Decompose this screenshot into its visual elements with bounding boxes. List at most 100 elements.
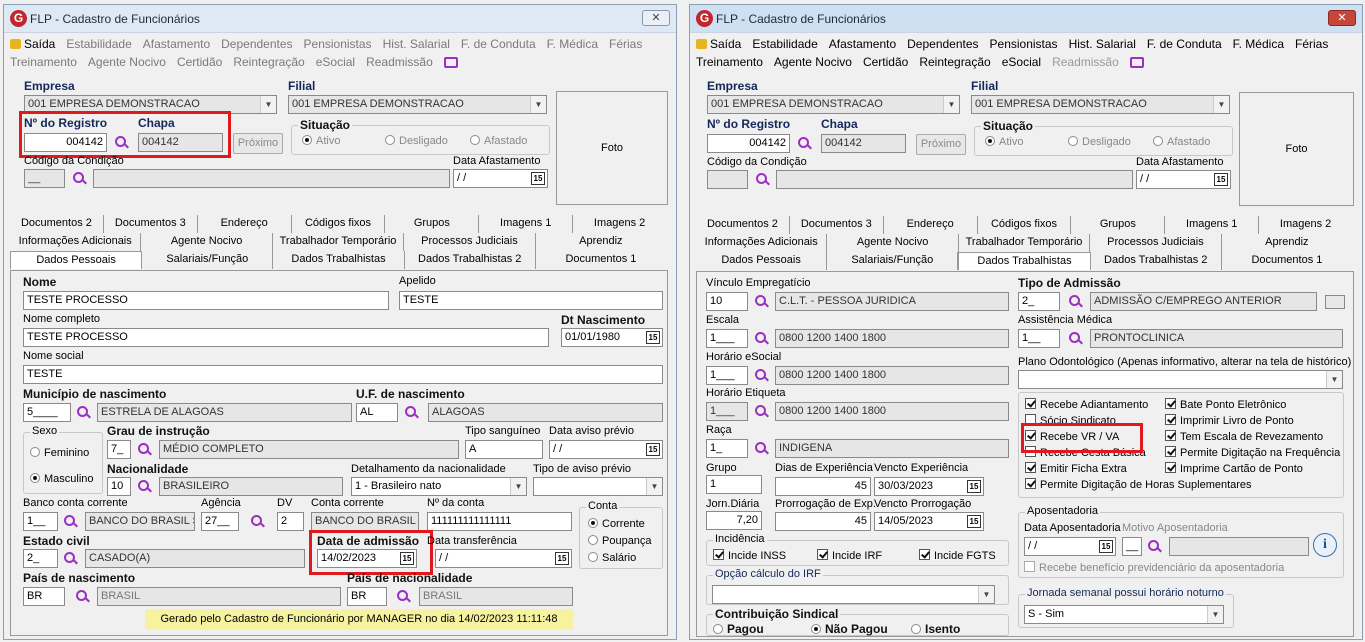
dias-exp-input[interactable]: 45 — [775, 477, 871, 496]
menu-dependentes[interactable]: Dependentes — [907, 37, 978, 51]
tab-imagens-1[interactable]: Imagens 1 — [479, 215, 574, 233]
radio-feminino[interactable]: Feminino — [30, 447, 89, 459]
chk-digitacao-frequencia[interactable]: Permite Digitação na Frequência — [1165, 446, 1340, 459]
tab-documentos-3[interactable]: Documentos 3 — [790, 216, 884, 234]
radio-poupanca[interactable]: Poupança — [588, 535, 652, 547]
menu-f-conduta[interactable]: F. de Conduta — [1147, 37, 1222, 51]
cod-cond-input[interactable]: __ — [24, 169, 65, 188]
chk-cartao-ponto[interactable]: Imprime Cartão de Ponto — [1165, 462, 1303, 475]
radio-pagou[interactable]: Pagou — [713, 622, 764, 636]
calendar-icon[interactable]: 15 — [967, 515, 981, 528]
tab-processos-judiciais[interactable]: Processos Judiciais — [404, 233, 536, 251]
tab-agente-nocivo[interactable]: Agente Nocivo — [827, 234, 959, 252]
menu-agente-nocivo[interactable]: Agente Nocivo — [774, 55, 852, 69]
menu-saida[interactable]: Saída — [10, 37, 55, 51]
menu-esocial[interactable]: eSocial — [1002, 55, 1041, 69]
tab-salariais-funcao[interactable]: Salariais/Função — [142, 251, 274, 269]
municipio-code[interactable]: 5____ — [23, 403, 71, 422]
nome-completo-input[interactable]: TESTE PROCESSO — [23, 328, 549, 347]
search-icon[interactable] — [138, 443, 152, 457]
menu-saida[interactable]: Saída — [696, 37, 741, 51]
cod-cond-input[interactable] — [707, 170, 748, 189]
search-icon[interactable] — [755, 332, 769, 346]
raca-code[interactable]: 1_ — [706, 439, 748, 458]
calendar-icon[interactable]: 15 — [646, 331, 660, 344]
nome-input[interactable]: TESTE PROCESSO — [23, 291, 389, 310]
nome-social-input[interactable]: TESTE — [23, 365, 663, 384]
tab-dados-trabalhistas[interactable]: Dados Trabalhistas — [958, 252, 1091, 270]
tab-imagens-1[interactable]: Imagens 1 — [1165, 216, 1260, 234]
menu-estabilidade[interactable]: Estabilidade — [752, 37, 817, 51]
search-icon[interactable] — [397, 590, 411, 604]
tab-info-adicionais[interactable]: Informações Adicionais — [696, 234, 828, 252]
calendar-icon[interactable]: 15 — [1099, 540, 1113, 553]
search-icon[interactable] — [755, 295, 769, 309]
assistencia-code[interactable]: 1__ — [1018, 329, 1060, 348]
tab-info-adicionais[interactable]: Informações Adicionais — [10, 233, 142, 251]
chk-imprimir-livro[interactable]: Imprimir Livro de Ponto — [1165, 414, 1294, 427]
tipo-aviso-select[interactable]: ▼ — [533, 477, 663, 496]
chk-incide-irf[interactable]: Incide IRF — [817, 549, 882, 562]
tab-trab-temporario[interactable]: Trabalhador Temporário — [273, 233, 405, 251]
filial-select[interactable]: 001 EMPRESA DEMONSTRACAO ▼ — [288, 95, 547, 114]
tab-documentos-2[interactable]: Documentos 2 — [10, 215, 104, 233]
search-icon[interactable] — [251, 515, 265, 529]
monitor-icon[interactable] — [1129, 57, 1144, 68]
menu-ferias[interactable]: Férias — [1295, 37, 1328, 51]
prorrogacao-input[interactable]: 45 — [775, 512, 871, 531]
radio-desligado[interactable]: Desligado — [385, 135, 448, 147]
chk-incide-inss[interactable]: Incide INSS — [713, 549, 786, 562]
calendar-icon[interactable]: 15 — [646, 443, 660, 456]
grupo-input[interactable]: 1 — [706, 475, 762, 494]
tab-dados-pessoais[interactable]: Dados Pessoais — [10, 251, 143, 269]
chapa-input[interactable]: 004142 — [821, 134, 906, 153]
menu-readmissao[interactable]: Readmissão — [366, 55, 433, 69]
radio-afastado[interactable]: Afastado — [1153, 136, 1210, 148]
horario-etiqueta-code[interactable]: 1___ — [706, 402, 748, 421]
search-icon[interactable] — [77, 406, 91, 420]
menu-readmissao[interactable]: Readmissão — [1052, 55, 1119, 69]
tab-endereco[interactable]: Endereço — [198, 215, 292, 233]
chk-emitir-ficha-extra[interactable]: Emitir Ficha Extra — [1025, 462, 1127, 475]
civil-code[interactable]: 2_ — [23, 549, 58, 568]
radio-ativo[interactable]: Ativo — [985, 136, 1023, 148]
menu-treinamento[interactable]: Treinamento — [10, 55, 77, 69]
radio-afastado[interactable]: Afastado — [470, 135, 527, 147]
search-icon[interactable] — [755, 405, 769, 419]
aviso-input[interactable]: / /15 — [549, 440, 663, 459]
radio-masculino[interactable]: Masculino — [30, 473, 94, 485]
search-icon[interactable] — [1069, 295, 1083, 309]
detalhamento-select[interactable]: 1 - Brasileiro nato ▼ — [351, 477, 527, 496]
tab-imagens-2[interactable]: Imagens 2 — [573, 215, 666, 233]
tab-aprendiz[interactable]: Aprendiz — [1222, 234, 1352, 252]
menu-hist-salarial[interactable]: Hist. Salarial — [383, 37, 450, 51]
calendar-icon[interactable]: 15 — [1214, 173, 1228, 186]
dt-nasc-input[interactable]: 01/01/1980 15 — [561, 328, 663, 347]
radio-salario[interactable]: Salário — [588, 552, 636, 564]
tab-processos-judiciais[interactable]: Processos Judiciais — [1090, 234, 1222, 252]
menu-afastamento[interactable]: Afastamento — [143, 37, 210, 51]
tab-codigos-fixos[interactable]: Códigos fixos — [292, 215, 386, 233]
menu-afastamento[interactable]: Afastamento — [829, 37, 896, 51]
plano-select[interactable]: ▼ — [1018, 370, 1343, 389]
menu-f-conduta[interactable]: F. de Conduta — [461, 37, 536, 51]
conta-input[interactable]: BANCO DO BRASIL / — [311, 512, 419, 531]
menu-hist-salarial[interactable]: Hist. Salarial — [1069, 37, 1136, 51]
radio-ativo[interactable]: Ativo — [302, 135, 340, 147]
info-icon[interactable]: i — [1313, 533, 1337, 557]
tab-documentos-1[interactable]: Documentos 1 — [1222, 252, 1352, 270]
data-af-input[interactable]: / /15 — [453, 169, 548, 188]
search-icon[interactable] — [64, 515, 78, 529]
chk-recebe-adiantamento[interactable]: Recebe Adiantamento — [1025, 398, 1148, 411]
vencto-prorr-input[interactable]: 14/05/2023 15 — [874, 512, 984, 531]
tab-dados-trabalhistas-2[interactable]: Dados Trabalhistas 2 — [1091, 252, 1222, 270]
search-icon[interactable] — [73, 172, 87, 186]
menu-reintegracao[interactable]: Reintegração — [233, 55, 304, 69]
search-icon[interactable] — [756, 173, 770, 187]
tab-documentos-2[interactable]: Documentos 2 — [696, 216, 790, 234]
search-icon[interactable] — [755, 369, 769, 383]
search-icon[interactable] — [76, 590, 90, 604]
empresa-select[interactable]: 001 EMPRESA DEMONSTRACAO ▼ — [707, 95, 960, 114]
menu-pensionistas[interactable]: Pensionistas — [304, 37, 372, 51]
tab-documentos-3[interactable]: Documentos 3 — [104, 215, 198, 233]
